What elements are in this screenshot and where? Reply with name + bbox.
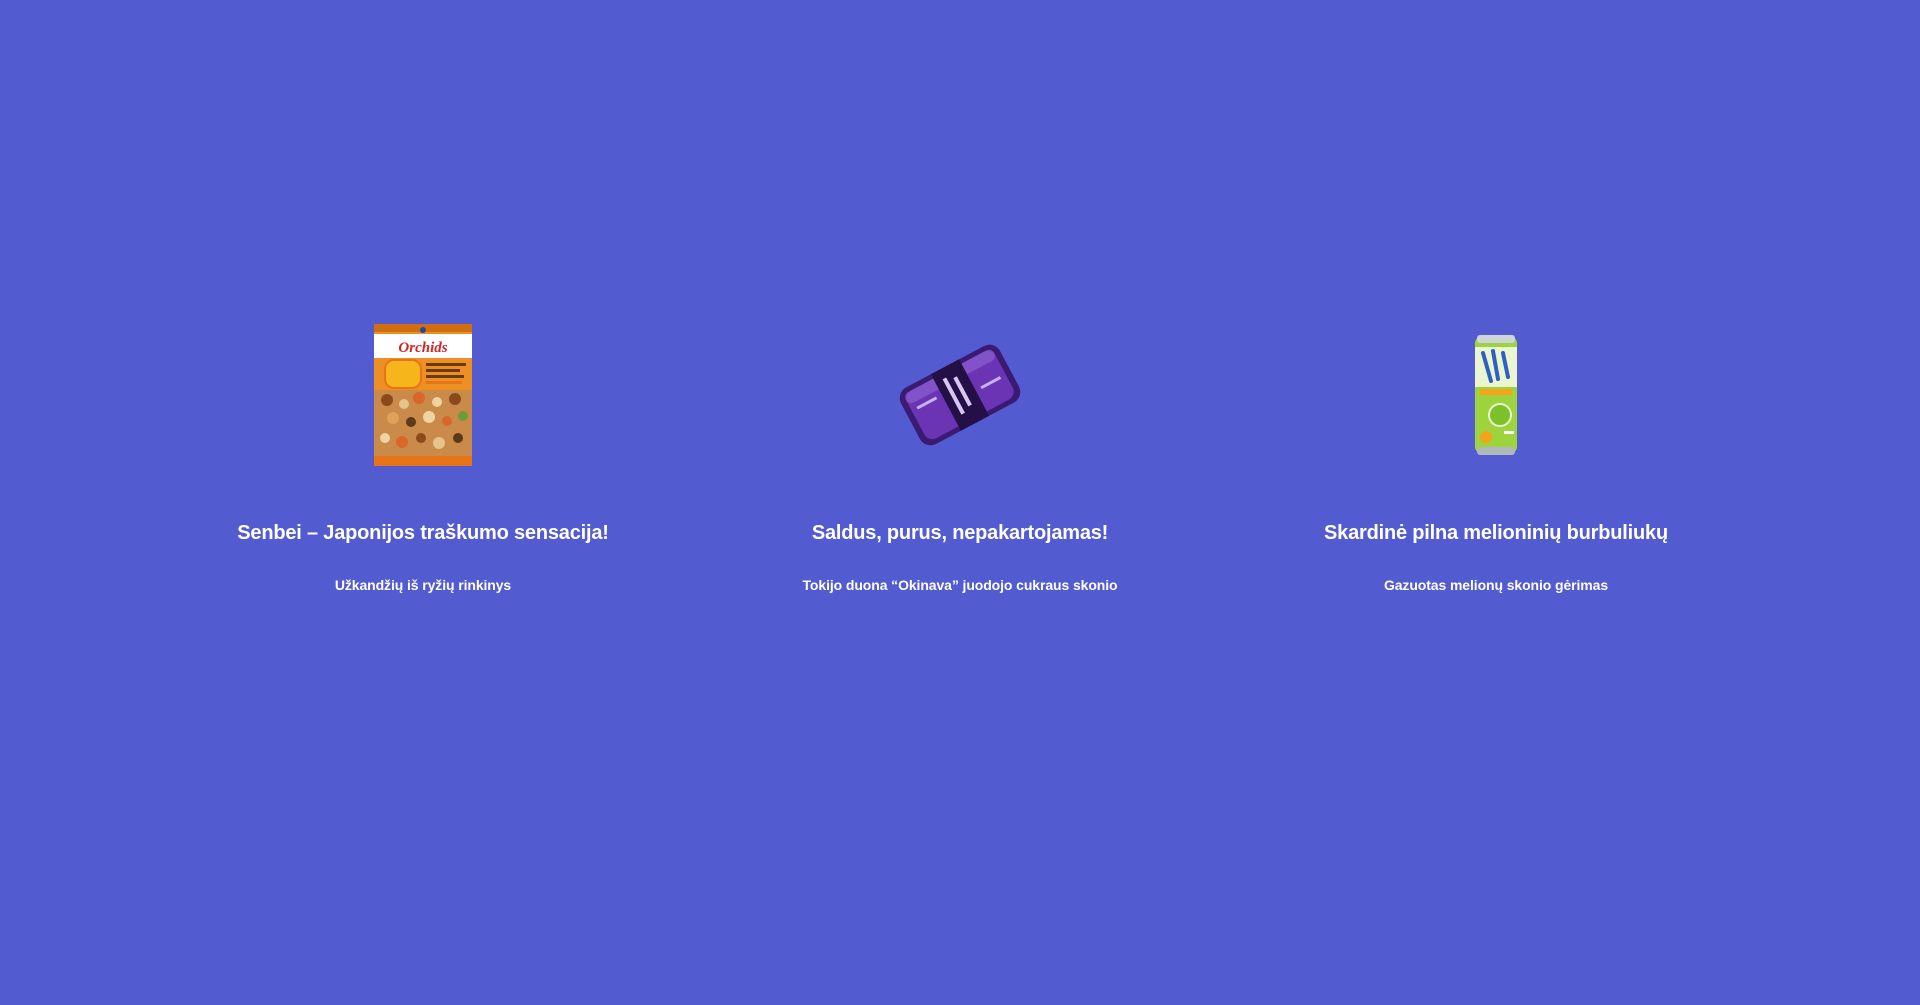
rice-cracker-bag-icon: Orchids <box>374 324 472 466</box>
product-title[interactable]: Skardinė pilna melioninių burbuliukų <box>1236 521 1756 545</box>
product-card-melon-soda[interactable]: Skardinė pilna melioninių burbuliukų Gaz… <box>1236 320 1756 608</box>
melon-soda-can-icon <box>1475 335 1517 455</box>
product-subtitle: Tokijo duona “Okinava” juodojo cukraus s… <box>802 577 1118 593</box>
product-subtitle: Užkandžių iš ryžių rinkinys <box>334 577 512 593</box>
product-showcase: Orchids Senbei – Japonijos traškumo sens… <box>0 320 1920 620</box>
product-title[interactable]: Senbei – Japonijos traškumo sensacija! <box>163 521 683 545</box>
sweet-bread-pack-icon <box>899 344 1021 446</box>
product-image-tokyo-bread[interactable] <box>700 320 1220 470</box>
product-image-senbei[interactable]: Orchids <box>163 320 683 470</box>
product-title[interactable]: Saldus, purus, nepakartojamas! <box>700 521 1220 545</box>
brand-logo-text: Orchids <box>398 340 447 356</box>
product-image-melon-soda[interactable] <box>1236 320 1756 470</box>
product-subtitle: Gazuotas melionų skonio gėrimas <box>1383 577 1609 593</box>
product-card-senbei[interactable]: Orchids Senbei – Japonijos traškumo sens… <box>163 320 683 608</box>
product-card-tokyo-bread[interactable]: Saldus, purus, nepakartojamas! Tokijo du… <box>700 320 1220 608</box>
